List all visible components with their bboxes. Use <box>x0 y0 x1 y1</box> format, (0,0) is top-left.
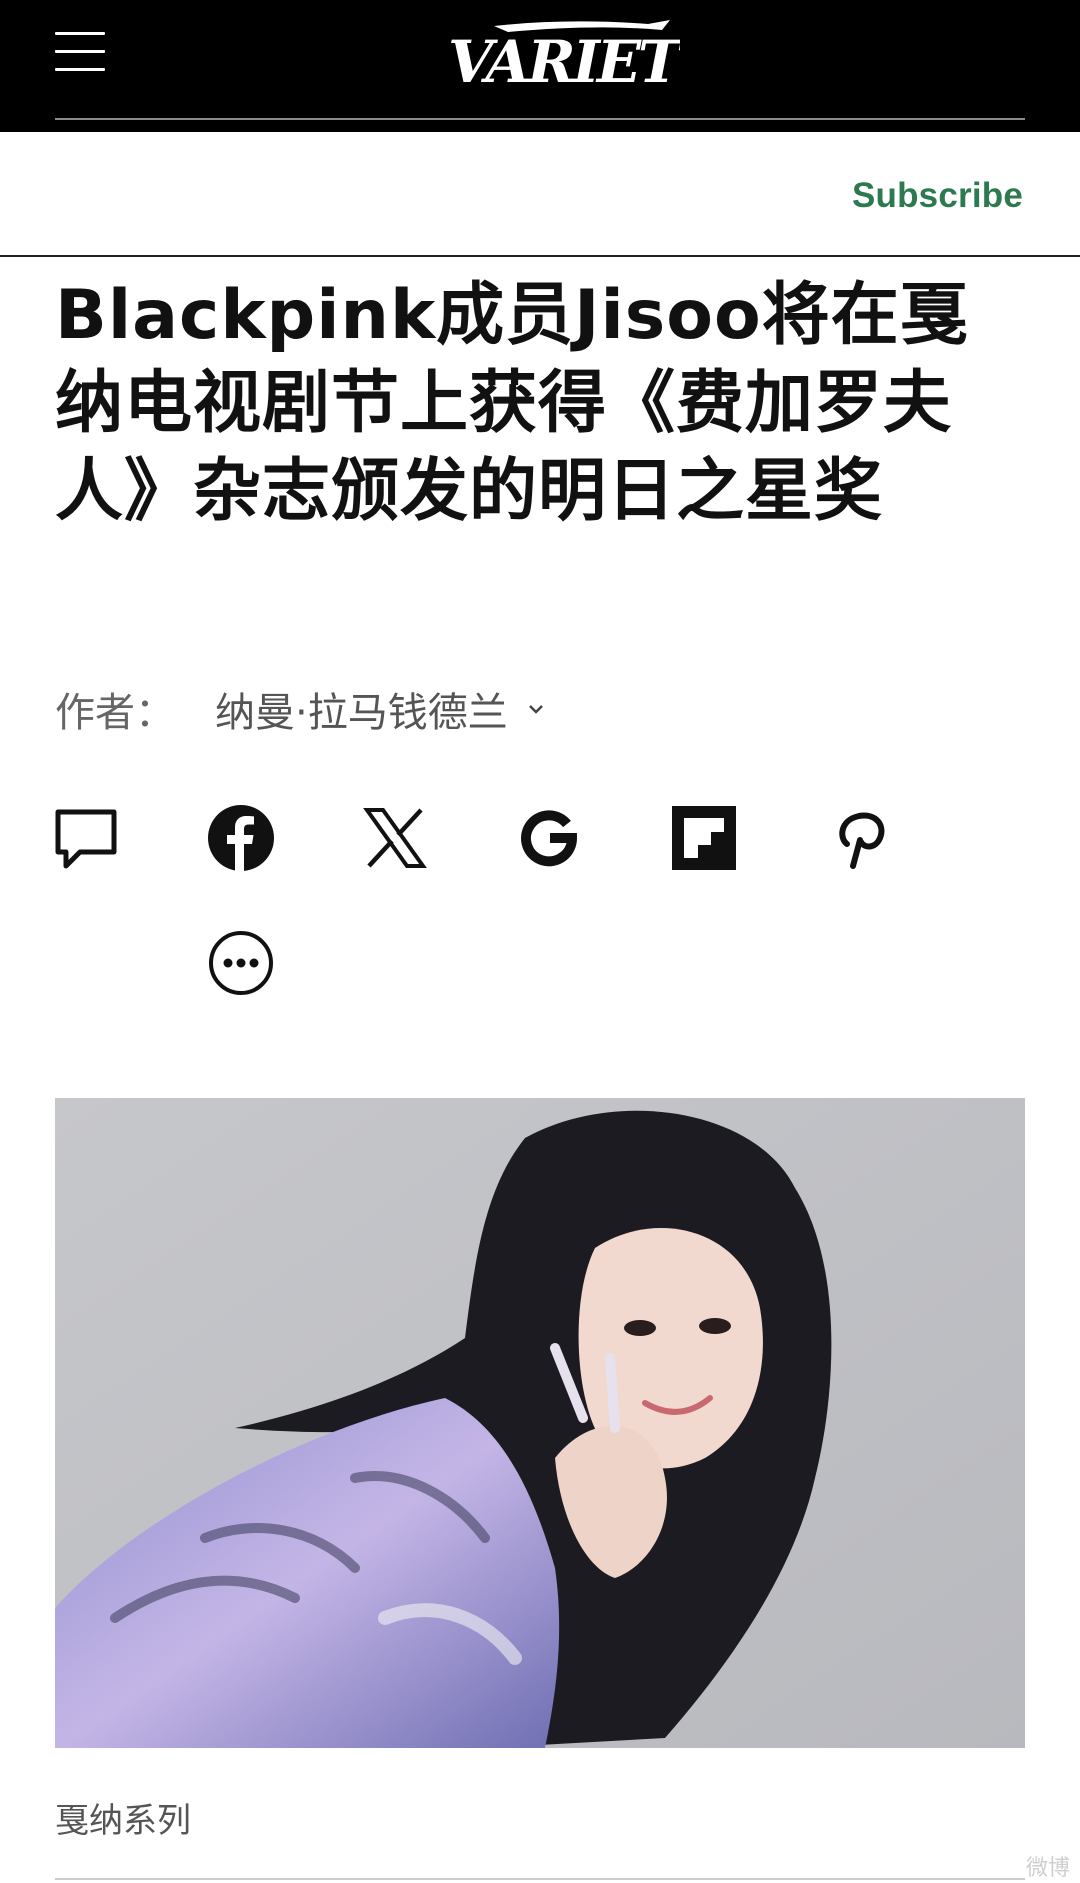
flipboard-icon[interactable] <box>670 804 738 872</box>
pinterest-icon[interactable] <box>825 804 893 872</box>
hamburger-menu-icon[interactable] <box>55 32 105 72</box>
article-hero-image[interactable] <box>55 1098 1025 1748</box>
byline-label: 作者： <box>55 690 175 736</box>
more-icon[interactable] <box>207 929 275 997</box>
variety-logo[interactable]: VARIETY <box>448 16 680 96</box>
image-caption: 戛纳系列 <box>55 1801 191 1841</box>
chevron-down-icon[interactable] <box>526 699 546 719</box>
google-icon[interactable] <box>516 804 584 872</box>
divider <box>0 255 1080 257</box>
logo-text: VARIETY <box>448 28 680 96</box>
divider <box>55 1878 1025 1880</box>
subscribe-button[interactable]: Subscribe <box>852 176 1023 216</box>
comment-icon[interactable] <box>52 804 120 872</box>
byline: 作者： 纳曼·拉马钱德兰 <box>55 680 546 738</box>
article-headline: Blackpink成员Jisoo将在戛纳电视剧节上获得《费加罗夫人》杂志颁发的明… <box>55 276 969 531</box>
site-header: VARIETY <box>0 0 1080 132</box>
x-icon[interactable] <box>361 804 429 872</box>
facebook-icon[interactable] <box>207 804 275 872</box>
author-link[interactable]: 纳曼·拉马钱德兰 <box>215 680 508 738</box>
watermark: 微博 <box>1025 1856 1070 1881</box>
header-rule <box>55 118 1025 120</box>
